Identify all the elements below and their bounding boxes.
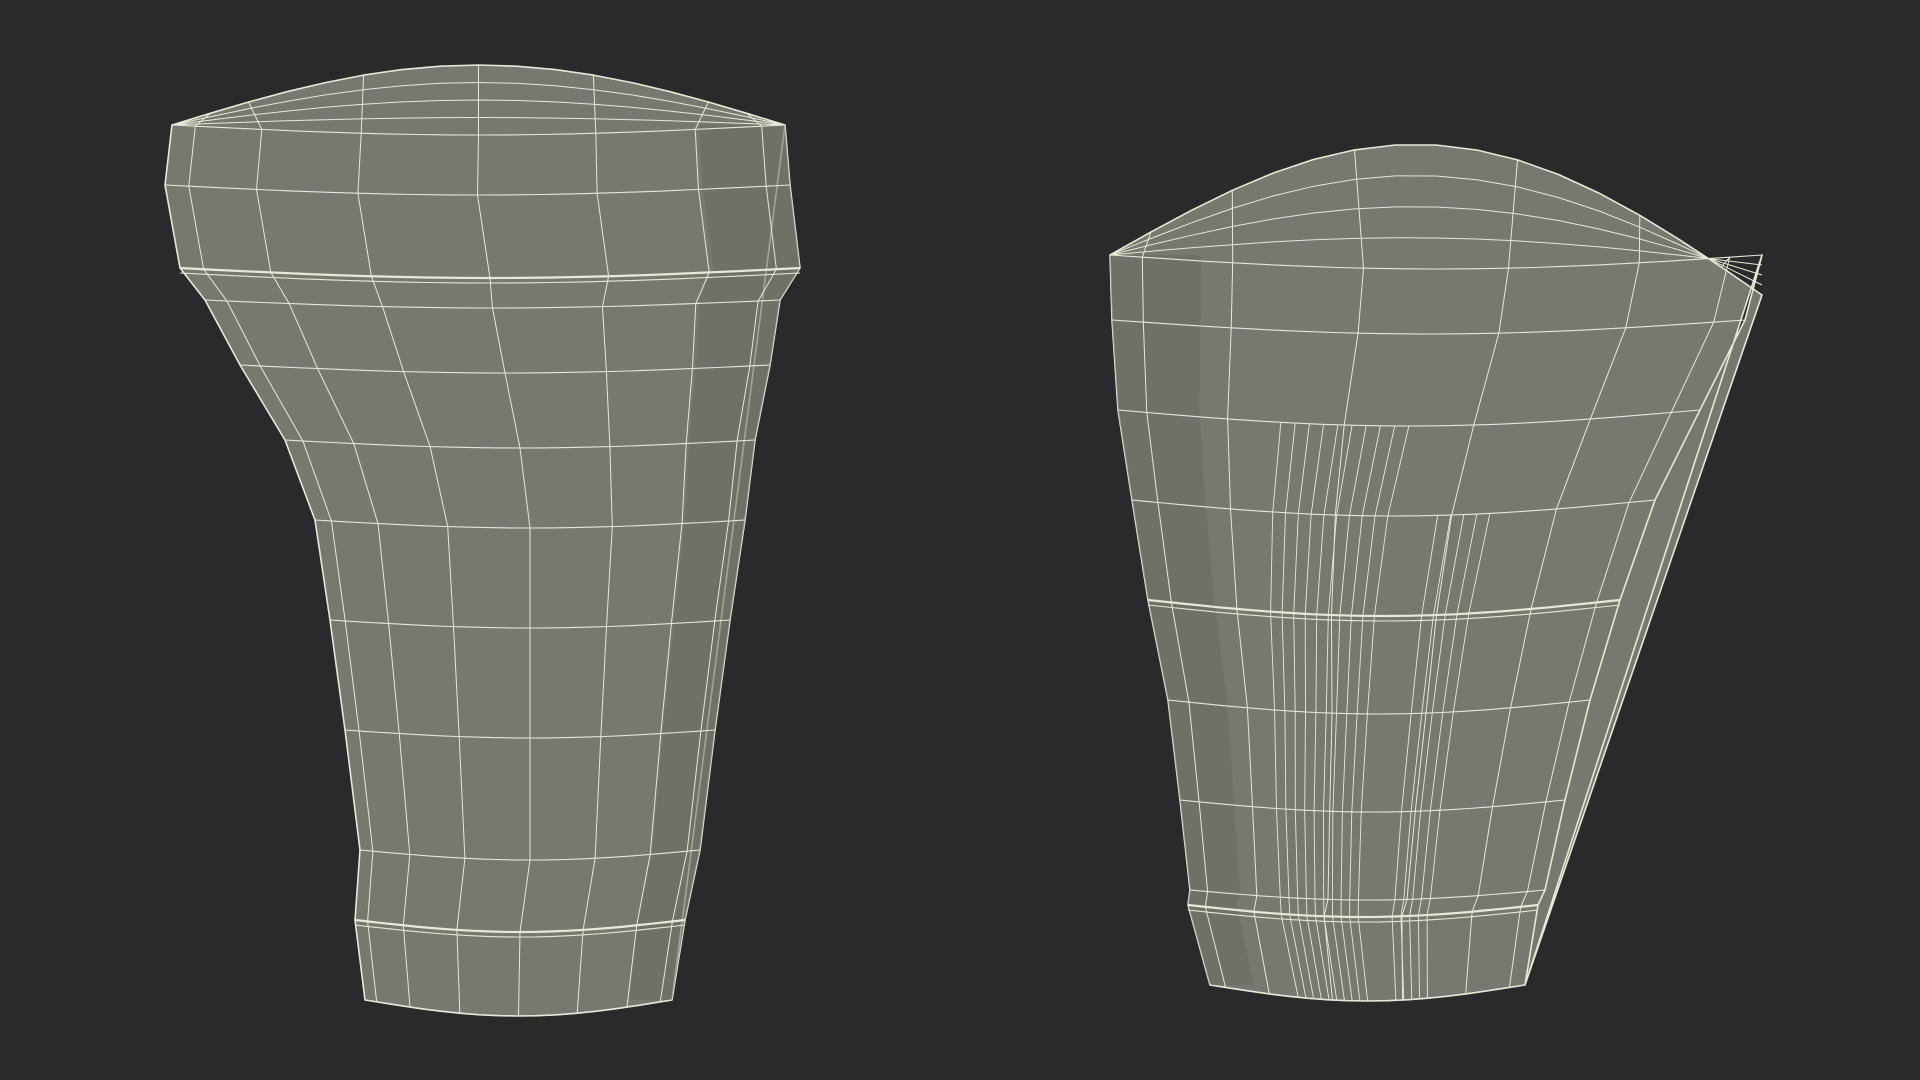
wireframe-render-viewport bbox=[0, 0, 1920, 1080]
